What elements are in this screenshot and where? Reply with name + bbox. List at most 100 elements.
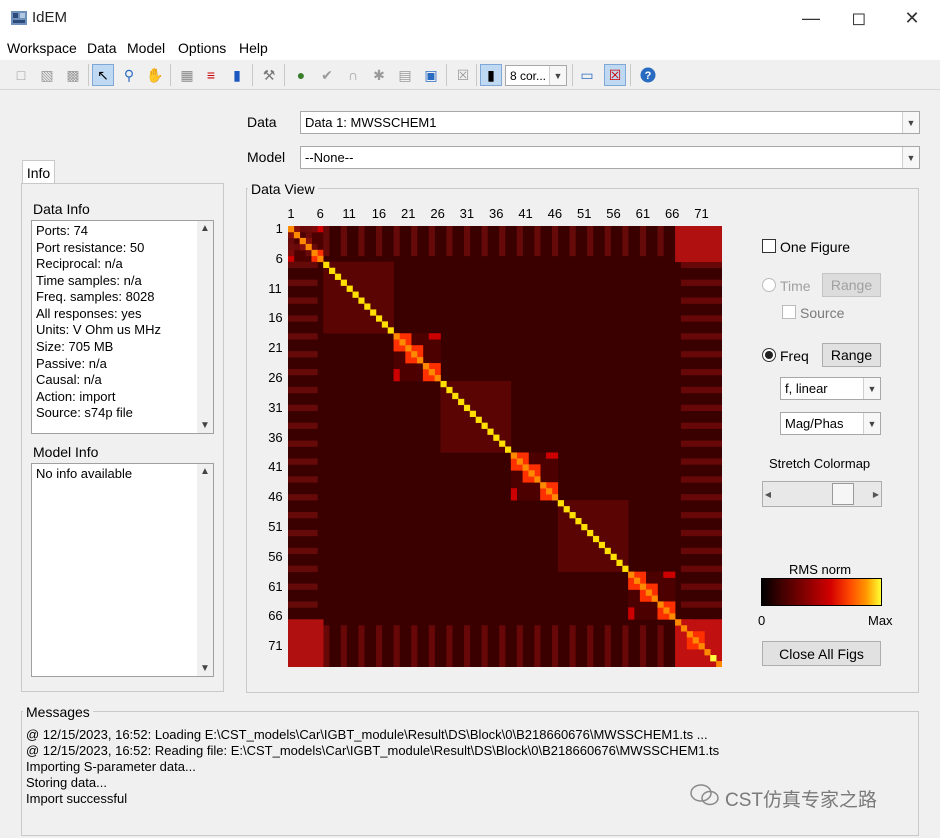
check-icon[interactable]: ✔	[316, 64, 338, 86]
heatmap-diagonal-cell	[528, 470, 535, 477]
heatmap-coupling-cell	[680, 583, 722, 590]
model-select[interactable]: --None-- ▼	[300, 146, 920, 169]
maximize-button[interactable]: ◻	[836, 0, 882, 36]
close-window-button[interactable]: ✕	[889, 0, 935, 36]
chevron-down-icon[interactable]: ▼	[197, 663, 213, 674]
heatmap-coupling-cell	[680, 422, 722, 429]
menu-model[interactable]: Model	[127, 40, 165, 56]
pan-hand-icon[interactable]: ✋	[144, 64, 166, 86]
menu-help[interactable]: Help	[239, 40, 268, 56]
menu-workspace[interactable]: Workspace	[7, 40, 77, 56]
heatmap-diagonal-cell	[311, 249, 318, 257]
x-tick-label: 31	[459, 206, 475, 221]
heatmap-diagonal-cell	[422, 363, 430, 370]
x-tick-label: 41	[518, 206, 533, 221]
y-tick-label: 61	[268, 578, 283, 594]
cores-select[interactable]: 8 cor... ▼	[505, 65, 567, 86]
split-icon[interactable]: ≡	[200, 64, 222, 86]
chevron-up-icon[interactable]: ▲	[197, 466, 213, 477]
y-tick-label: 26	[268, 369, 283, 385]
time-radio[interactable]	[762, 278, 776, 292]
heatmap-diagonal-cell	[493, 434, 500, 441]
tools-icon[interactable]: ⚒	[258, 64, 280, 86]
toolbar-separator	[476, 64, 477, 86]
model-info-list[interactable]: No info available ▲ ▼	[31, 463, 214, 677]
menu-options[interactable]: Options	[178, 40, 226, 56]
pointer-icon[interactable]: ↖	[92, 64, 114, 86]
list-item: Causal: n/a	[36, 372, 102, 387]
heatmap-coupling-cell	[288, 422, 318, 429]
chevron-up-icon[interactable]: ▲	[197, 223, 213, 234]
merge-icon[interactable]: ▮	[226, 64, 248, 86]
data-info-list[interactable]: Ports: 74 Port resistance: 50 Reciprocal…	[31, 220, 214, 434]
heatmap-coupling-cell	[358, 226, 365, 257]
x-tick-label: 51	[576, 206, 592, 221]
scrollbar[interactable]: ▲ ▼	[197, 464, 213, 676]
heatmap-diagonal-cell	[387, 327, 394, 334]
heatmap-diagonal-cell	[575, 518, 582, 525]
heatmap-coupling-cell	[569, 625, 576, 667]
heatmap-coupling-cell	[288, 297, 318, 304]
open-file-icon[interactable]: ▧	[36, 64, 58, 86]
chevron-left-icon[interactable]: ◀	[763, 482, 773, 506]
one-figure-label: One Figure	[780, 239, 851, 255]
enforce-icon[interactable]: ✱	[368, 64, 390, 86]
stretch-colormap-slider[interactable]: ◀ ▶	[762, 481, 882, 507]
heatmap-coupling-cell	[288, 315, 318, 322]
passive-icon[interactable]: ∩	[342, 64, 364, 86]
window-icon[interactable]: ▭	[576, 64, 598, 86]
minimize-button[interactable]: —	[788, 0, 834, 36]
save-icon[interactable]: ▩	[62, 64, 84, 86]
y-tick-label: 6	[275, 250, 283, 266]
heatmap-diagonal-cell	[469, 410, 476, 418]
freq-radio[interactable]	[762, 348, 776, 362]
freq-axis-select[interactable]: f, linear ▼	[780, 377, 881, 400]
new-file-icon[interactable]: □	[10, 64, 32, 86]
heatmap-diagonal-cell	[563, 506, 570, 513]
heatmap-hot-cell	[628, 607, 635, 620]
list-item: All responses: yes	[36, 306, 142, 321]
sparameter-heatmap[interactable]	[288, 226, 722, 667]
import-icon[interactable]: ▦	[176, 64, 198, 86]
cores-icon[interactable]: ▮	[480, 64, 502, 86]
heatmap-diagonal-cell	[475, 416, 482, 423]
time-range-button[interactable]: Range	[822, 273, 881, 297]
slider-thumb[interactable]	[832, 483, 855, 505]
heatmap-coupling-cell	[680, 315, 722, 322]
heatmap-diagonal-cell	[411, 351, 418, 358]
help-icon[interactable]: ?	[637, 64, 659, 86]
heatmap-coupling-cell	[516, 226, 523, 257]
data-select[interactable]: Data 1: MWSSCHEM1 ▼	[300, 111, 920, 134]
list-item: Action: import	[36, 389, 116, 404]
heatmap-diagonal-cell	[516, 458, 523, 465]
list-item: Ports: 74	[36, 223, 89, 238]
chevron-right-icon[interactable]: ▶	[871, 482, 881, 506]
heatmap-coupling-cell	[446, 226, 453, 257]
close-figures-icon[interactable]: ☒	[604, 64, 626, 86]
close-icon[interactable]: ☒	[452, 64, 474, 86]
freq-range-button[interactable]: Range	[822, 343, 881, 367]
display-mode-select[interactable]: Mag/Phas ▼	[780, 412, 881, 435]
heatmap-diagonal-cell	[323, 261, 330, 269]
close-all-figs-button[interactable]: Close All Figs	[762, 641, 881, 666]
heatmap-diagonal-cell	[669, 613, 676, 620]
tab-info[interactable]: Info	[22, 160, 55, 184]
scrollbar[interactable]: ▲ ▼	[197, 221, 213, 433]
chevron-down-icon: ▼	[549, 66, 566, 85]
zoom-icon[interactable]: ⚲	[118, 64, 140, 86]
chevron-down-icon[interactable]: ▼	[197, 420, 213, 431]
source-checkbox[interactable]	[782, 305, 796, 319]
heatmap-diagonal-cell	[334, 273, 342, 280]
heatmap-coupling-cell	[288, 494, 318, 501]
report-icon[interactable]: ▤	[394, 64, 416, 86]
heatmap-coupling-cell	[680, 386, 722, 394]
heatmap-diagonal-cell	[329, 267, 336, 274]
one-figure-checkbox[interactable]	[762, 239, 776, 253]
heatmap-coupling-cell	[288, 529, 318, 537]
x-tick-label: 26	[430, 206, 445, 221]
export-icon[interactable]: ▣	[420, 64, 442, 86]
heatmap-coupling-cell	[680, 494, 722, 501]
fit-icon[interactable]: ●	[290, 64, 312, 86]
heatmap-diagonal-cell	[417, 357, 424, 364]
menu-data[interactable]: Data	[87, 40, 117, 56]
